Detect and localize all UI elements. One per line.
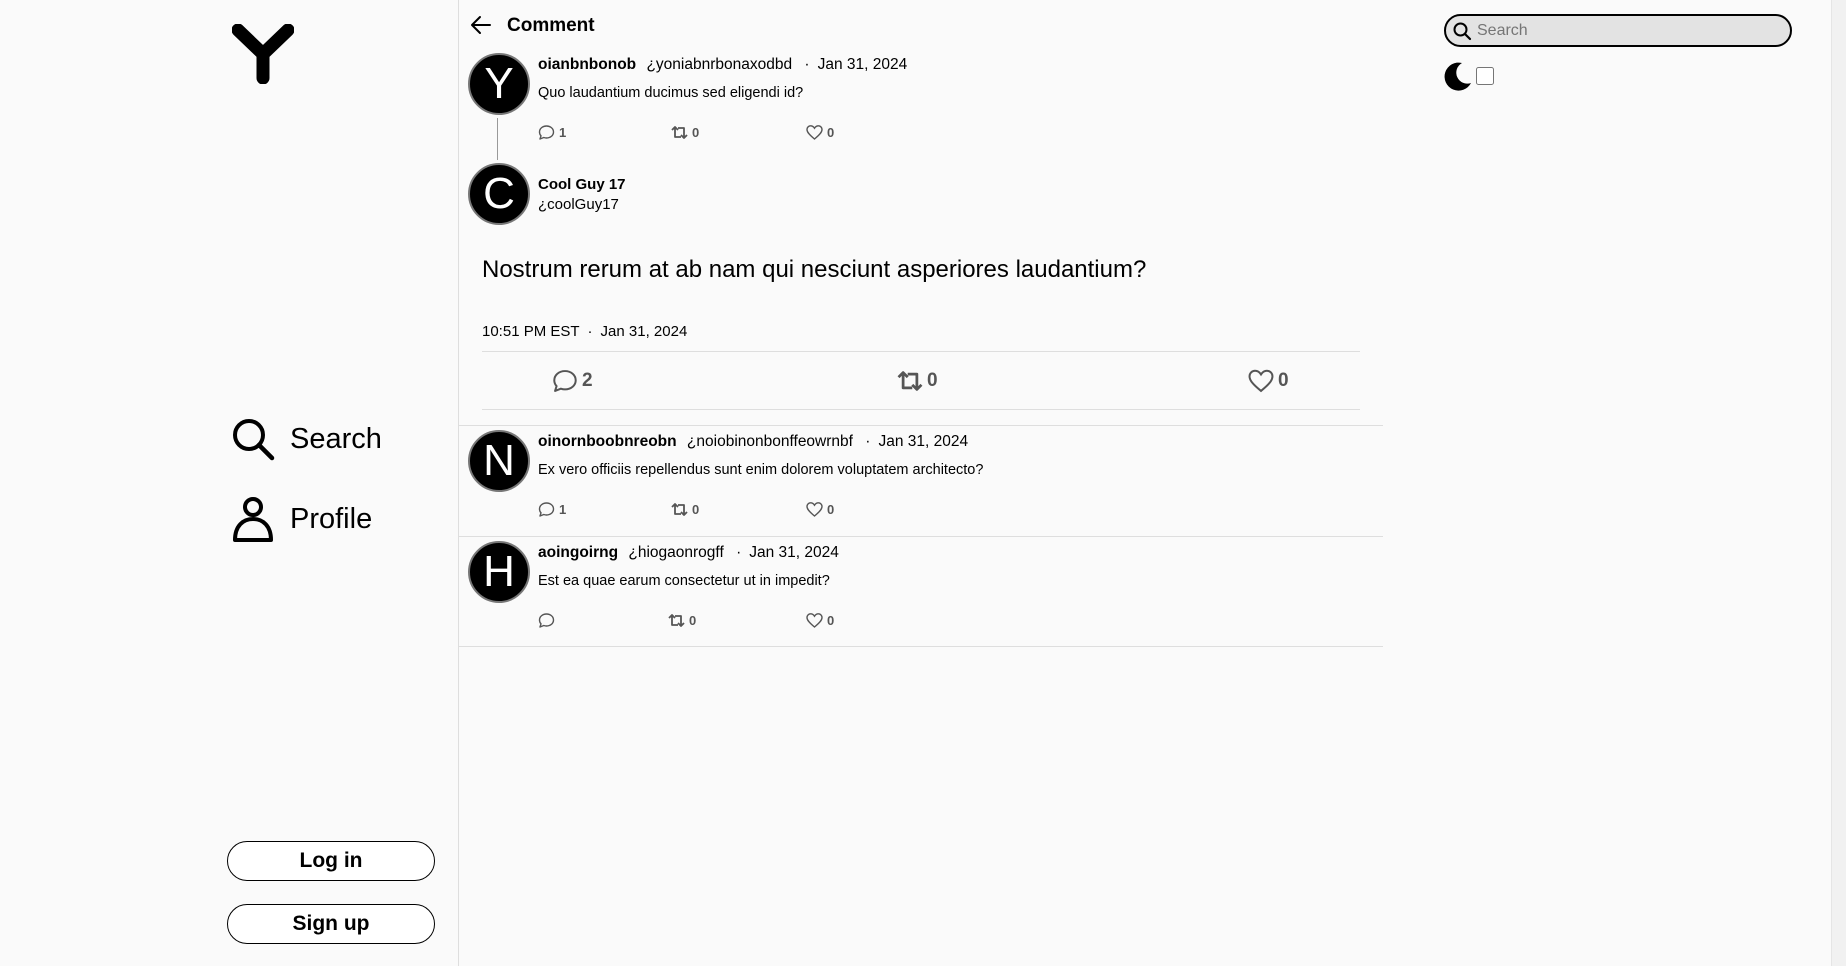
repost-icon xyxy=(671,503,688,516)
repost-button[interactable]: 0 xyxy=(671,124,699,141)
repost-button[interactable]: 0 xyxy=(671,501,699,518)
like-button[interactable]: 0 xyxy=(806,501,834,518)
nav-item-label: Search xyxy=(290,422,382,455)
reply-count: 1 xyxy=(559,502,567,517)
repost-count: 0 xyxy=(692,502,700,517)
post-meta: oianbnbonob ¿yoniabnrbonaxodbd · Jan 31, … xyxy=(538,56,907,74)
author-name[interactable]: oianbnbonob xyxy=(538,56,636,73)
nav-item-profile[interactable]: Profile xyxy=(230,496,372,542)
reply-count: 2 xyxy=(582,370,593,391)
heart-icon xyxy=(806,125,823,140)
avatar[interactable]: C xyxy=(468,163,530,225)
like-button[interactable]: 0 xyxy=(806,124,834,141)
post-date: Jan 31, 2024 xyxy=(749,544,839,561)
search-box[interactable] xyxy=(1444,14,1792,47)
logo[interactable] xyxy=(232,24,294,84)
avatar[interactable]: H xyxy=(468,541,530,603)
repost-count: 0 xyxy=(689,613,697,628)
repost-button[interactable]: 0 xyxy=(668,612,696,629)
thread-line xyxy=(497,118,498,160)
comment-icon xyxy=(538,613,555,628)
like-count: 0 xyxy=(827,125,835,140)
arrow-left-icon[interactable] xyxy=(470,14,492,36)
heart-icon xyxy=(806,613,823,628)
repost-count: 0 xyxy=(927,370,938,391)
heart-icon xyxy=(1248,369,1274,393)
post-text: Ex vero officiis repellendus sunt enim d… xyxy=(538,462,984,478)
avatar[interactable]: N xyxy=(468,430,530,492)
login-button[interactable]: Log in xyxy=(227,841,435,881)
divider xyxy=(459,536,1383,537)
post-date: Jan 31, 2024 xyxy=(600,323,688,340)
post-meta: oinornboobnreobn ¿noiobinonbonffeowrnbf … xyxy=(538,433,968,451)
post-text: Quo laudantium ducimus sed eligendi id? xyxy=(538,85,804,101)
avatar[interactable]: Y xyxy=(468,53,530,115)
like-count: 0 xyxy=(827,502,835,517)
divider xyxy=(482,409,1360,410)
separator: · xyxy=(736,544,742,561)
post-timestamp: 10:51 PM EST · Jan 31, 2024 xyxy=(482,323,687,340)
author-handle[interactable]: ¿hiogaonrogff xyxy=(628,544,723,561)
divider xyxy=(459,425,1383,426)
person-icon xyxy=(233,497,273,542)
author-handle[interactable]: ¿yoniabnrbonaxodbd xyxy=(646,56,792,73)
author-name[interactable]: Cool Guy 17 xyxy=(538,176,626,193)
repost-count: 0 xyxy=(692,125,700,140)
moon-icon[interactable] xyxy=(1442,61,1472,91)
comment-icon xyxy=(538,502,555,517)
like-count: 0 xyxy=(1278,370,1289,391)
nav-item-label: Profile xyxy=(290,502,373,535)
comment-icon xyxy=(538,125,555,140)
repost-icon xyxy=(671,126,688,139)
main-column xyxy=(459,0,1383,966)
author-handle[interactable]: ¿noiobinonbonffeowrnbf xyxy=(687,433,853,450)
search-input[interactable] xyxy=(1475,20,1779,41)
divider xyxy=(459,646,1383,647)
author-handle[interactable]: ¿coolGuy17 xyxy=(538,196,619,213)
scrollbar[interactable] xyxy=(1831,0,1846,966)
search-icon xyxy=(1453,22,1472,40)
post-text: Nostrum rerum at ab nam qui nesciunt asp… xyxy=(482,256,1147,283)
like-button[interactable]: 0 xyxy=(806,612,834,629)
reply-count: 1 xyxy=(559,125,567,140)
dark-mode-toggle[interactable] xyxy=(1476,67,1494,85)
page-title: Comment xyxy=(507,15,595,36)
post-date: Jan 31, 2024 xyxy=(878,433,969,450)
separator: · xyxy=(804,56,810,73)
separator: · xyxy=(865,433,871,450)
reply-button[interactable]: 1 xyxy=(538,501,566,518)
like-count: 0 xyxy=(827,613,835,628)
post-time: 10:51 PM EST xyxy=(482,323,580,340)
nav-item-search[interactable]: Search xyxy=(230,416,382,462)
post-meta: aoingoirng ¿hiogaonrogff · Jan 31, 2024 xyxy=(538,544,839,562)
like-button[interactable]: 0 xyxy=(1248,368,1289,394)
author-name[interactable]: oinornboobnreobn xyxy=(538,433,677,450)
heart-icon xyxy=(806,502,823,517)
author-name[interactable]: aoingoirng xyxy=(538,544,618,561)
repost-icon xyxy=(897,371,923,391)
reply-button[interactable]: 2 xyxy=(552,368,593,394)
signup-button[interactable]: Sign up xyxy=(227,904,435,944)
repost-button[interactable]: 0 xyxy=(897,368,938,394)
comment-icon xyxy=(553,370,577,392)
post-text: Est ea quae earum consectetur ut in impe… xyxy=(538,573,830,589)
repost-icon xyxy=(668,614,685,627)
search-icon xyxy=(233,419,275,461)
left-sidebar xyxy=(0,0,459,966)
post-date: Jan 31, 2024 xyxy=(817,56,908,73)
reply-button[interactable]: 1 xyxy=(538,124,566,141)
reply-button[interactable] xyxy=(538,612,559,629)
separator: · xyxy=(587,323,593,340)
divider xyxy=(482,351,1360,352)
